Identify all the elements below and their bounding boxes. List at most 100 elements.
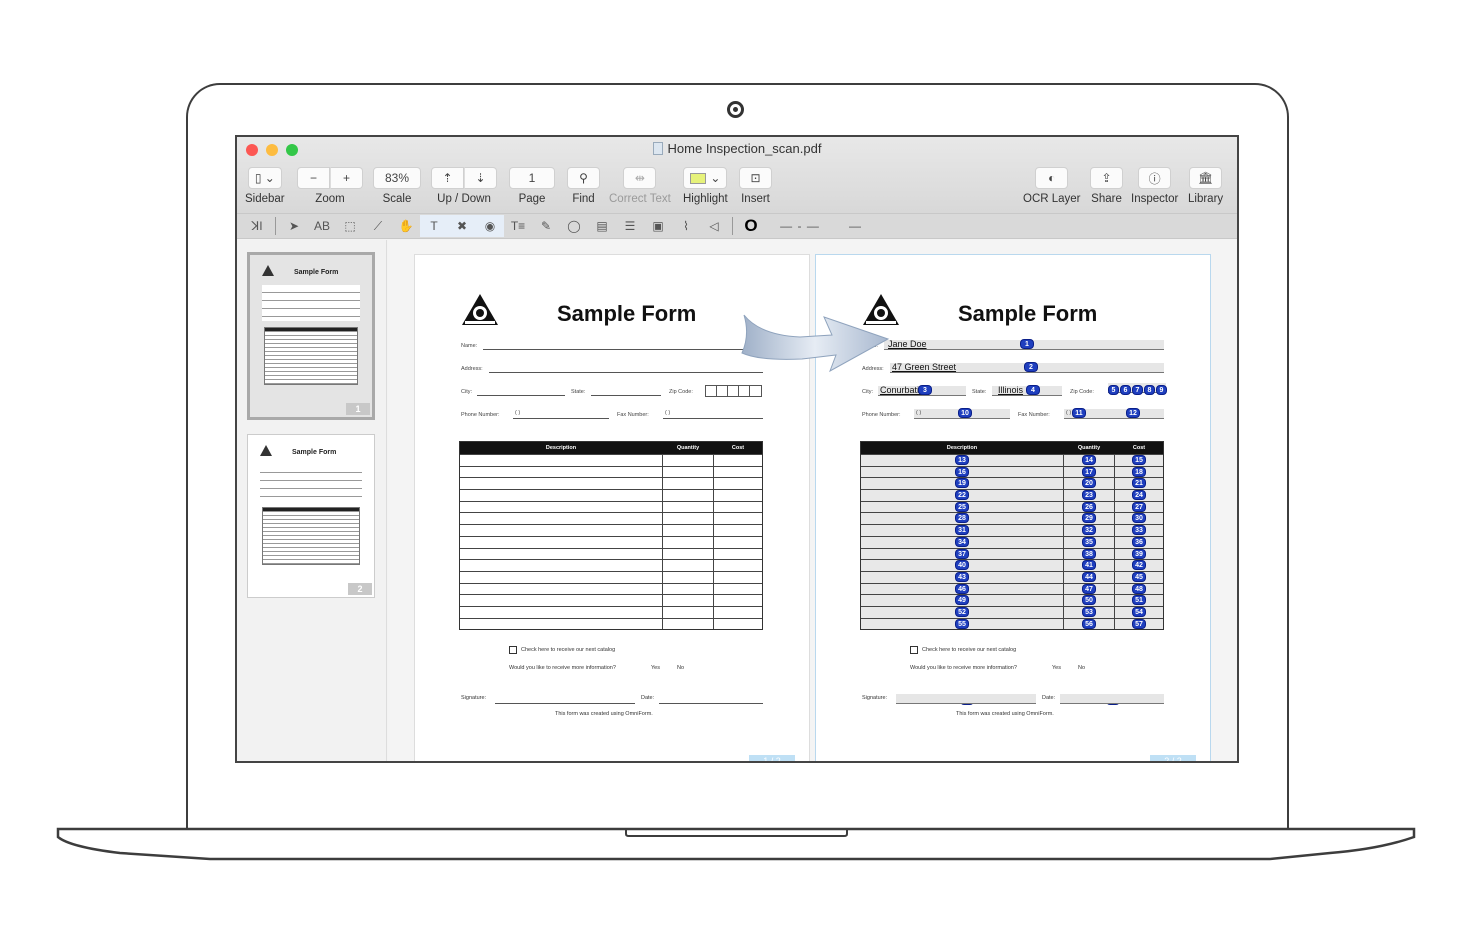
table-cell[interactable] [662, 536, 713, 548]
table-cell[interactable]: 42 [1114, 560, 1163, 571]
phone-field[interactable] [513, 418, 609, 419]
table-cell[interactable] [662, 583, 713, 595]
table-cell[interactable] [460, 467, 662, 478]
table-cell[interactable] [662, 490, 713, 501]
table-cell[interactable] [460, 560, 662, 571]
table-cell[interactable]: 27 [1114, 501, 1163, 513]
zip-digit-box[interactable] [750, 386, 761, 396]
table-cell[interactable] [713, 536, 762, 548]
catalog-checkbox[interactable] [910, 646, 918, 654]
table-cell[interactable]: 52 [861, 606, 1063, 618]
table-cell[interactable]: 13 [861, 455, 1063, 466]
zoom-in-button[interactable]: + [330, 167, 363, 189]
text-box-tool-button[interactable]: T≡ [504, 215, 532, 237]
table-cell[interactable]: 25 [861, 501, 1063, 513]
page-number-field[interactable]: 1 [509, 167, 555, 189]
ocr-text-tool-button[interactable]: AB [308, 215, 336, 237]
no-option[interactable]: No [677, 665, 684, 671]
table-cell[interactable]: 49 [861, 595, 1063, 606]
zip-digit-box[interactable] [728, 386, 739, 396]
table-cell[interactable]: 29 [1063, 513, 1114, 525]
table-cell[interactable]: 47 [1063, 583, 1114, 595]
name-field[interactable] [483, 349, 763, 350]
zip-digit-box[interactable] [706, 386, 717, 396]
table-cell[interactable]: 43 [861, 571, 1063, 583]
table-cell[interactable]: 31 [861, 525, 1063, 536]
page-up-button[interactable]: ⇡ [431, 167, 464, 189]
table-cell[interactable]: 48 [1114, 583, 1163, 595]
table-cell[interactable]: 50 [1063, 595, 1114, 606]
catalog-checkbox[interactable] [509, 646, 517, 654]
table-cell[interactable] [460, 490, 662, 501]
pen-tool-button[interactable]: ✎ [532, 215, 560, 237]
table-cell[interactable]: 34 [861, 536, 1063, 548]
table-cell[interactable]: 19 [861, 478, 1063, 489]
form-text-tool-button[interactable]: T [420, 215, 448, 237]
redact-tool-button[interactable]: ✖ [448, 215, 476, 237]
table-cell[interactable] [713, 560, 762, 571]
yes-option[interactable]: Yes [651, 665, 660, 671]
table-cell[interactable]: 44 [1063, 571, 1114, 583]
attachment-tool-button[interactable]: ⌇ [672, 215, 700, 237]
table-cell[interactable] [662, 571, 713, 583]
table-cell[interactable]: 32 [1063, 525, 1114, 536]
table-cell[interactable] [713, 606, 762, 618]
table-cell[interactable] [713, 478, 762, 490]
find-button[interactable]: ⚲ [567, 167, 600, 189]
table-cell[interactable] [460, 513, 662, 524]
table-cell[interactable]: 57 [1114, 618, 1163, 630]
sidebar-button[interactable]: ▯ ⌄ [247, 167, 282, 189]
table-cell[interactable]: 53 [1063, 606, 1114, 618]
library-button[interactable]: 🏛 [1189, 167, 1223, 189]
table-cell[interactable]: 18 [1114, 466, 1163, 478]
fax-field[interactable] [663, 418, 763, 419]
table-cell[interactable]: 15 [1114, 455, 1163, 466]
table-cell[interactable] [713, 583, 762, 595]
table-cell[interactable] [713, 525, 762, 536]
table-cell[interactable] [713, 618, 762, 630]
table-cell[interactable] [460, 502, 662, 513]
stroke-shape-button[interactable]: O [737, 215, 765, 237]
table-cell[interactable]: 22 [861, 490, 1063, 501]
table-cell[interactable] [460, 607, 662, 618]
table-cell[interactable] [662, 525, 713, 536]
table-cell[interactable] [460, 478, 662, 489]
rect-selection-tool-button[interactable]: ⬚ [336, 215, 364, 237]
table-cell[interactable] [713, 466, 762, 478]
dash-style-button[interactable]: — - — [765, 215, 835, 237]
table-cell[interactable] [662, 478, 713, 490]
table-cell[interactable]: 35 [1063, 536, 1114, 548]
note-tool-button[interactable]: ▤ [588, 215, 616, 237]
table-cell[interactable]: 28 [861, 513, 1063, 524]
date-field[interactable] [659, 703, 763, 704]
audio-tool-button[interactable]: ◁ [700, 215, 728, 237]
table-cell[interactable] [713, 595, 762, 606]
zip-digit-box[interactable] [739, 386, 750, 396]
table-cell[interactable]: 41 [1063, 560, 1114, 571]
yes-option[interactable]: Yes [1052, 665, 1061, 671]
table-cell[interactable] [662, 455, 713, 466]
share-button[interactable]: ⇪ [1090, 167, 1123, 189]
table-cell[interactable] [460, 572, 662, 583]
table-cell[interactable]: 54 [1114, 606, 1163, 618]
table-cell[interactable] [662, 618, 713, 630]
table-cell[interactable] [460, 455, 662, 466]
table-cell[interactable]: 21 [1114, 478, 1163, 490]
state-field[interactable] [591, 395, 661, 396]
table-cell[interactable] [460, 595, 662, 606]
zip-code-boxes[interactable] [705, 385, 762, 397]
table-cell[interactable]: 26 [1063, 501, 1114, 513]
table-cell[interactable]: 30 [1114, 513, 1163, 525]
page-thumbnail[interactable]: Sample Form 1 [247, 252, 375, 420]
table-cell[interactable]: 17 [1063, 466, 1114, 478]
page-down-button[interactable]: ⇣ [464, 167, 497, 189]
no-option[interactable]: No [1078, 665, 1085, 671]
table-cell[interactable]: 37 [861, 548, 1063, 560]
insert-button[interactable]: ⊡ [739, 167, 772, 189]
table-cell[interactable]: 51 [1114, 595, 1163, 606]
text-selection-tool-button[interactable]: ꓘI [243, 215, 271, 237]
scale-field[interactable]: 83% [373, 167, 421, 189]
table-cell[interactable] [460, 584, 662, 595]
table-cell[interactable]: 33 [1114, 525, 1163, 536]
table-cell[interactable]: 24 [1114, 490, 1163, 501]
